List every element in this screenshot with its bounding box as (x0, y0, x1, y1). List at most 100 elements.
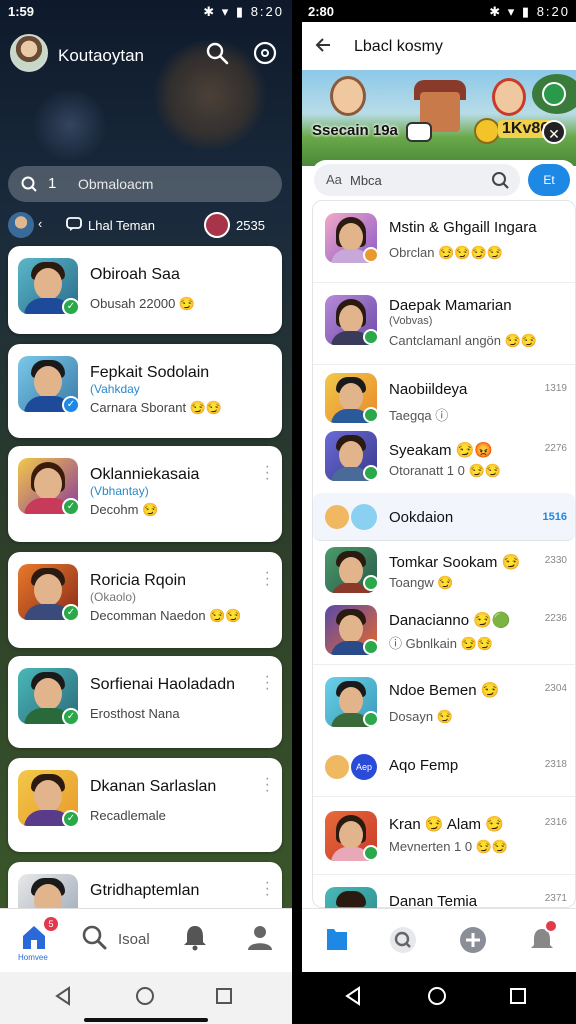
chat-message: Obrclan 😏😏😏😏 (389, 245, 503, 260)
banner-pill-icon (406, 122, 432, 142)
contact-name: Roricia Rqoin (90, 572, 187, 589)
chat-time: 2276 (544, 443, 567, 454)
search-input[interactable]: Aa Mbca (314, 164, 520, 196)
recents-square-icon[interactable] (214, 986, 234, 1006)
settings-icon[interactable] (252, 40, 278, 66)
chat-row[interactable]: Ndoe Bemen 😏 Dosayn 😏 2304 (313, 667, 575, 739)
contact-card[interactable]: ✓ Obiroah Saa Obusah 22000 😏 (8, 246, 282, 334)
home-circle-icon[interactable] (426, 985, 448, 1007)
game-banner[interactable]: Ssecain 19a 1Kv86 ✕ (302, 70, 576, 166)
verified-icon (363, 329, 379, 345)
chat-time: 2304 (544, 683, 567, 694)
search-icon[interactable] (490, 170, 510, 190)
verified-icon (363, 407, 379, 423)
avatar-face (339, 687, 363, 715)
bell-icon[interactable] (182, 923, 208, 951)
chat-row[interactable]: Tomkar Sookam 😏 Toangw 😏 2330 (313, 545, 575, 599)
avatar-face (339, 223, 363, 251)
more-options-icon[interactable]: · · · (265, 565, 270, 593)
chat-row[interactable]: Syeakam 😏😡 Otoranatt 1 0 😏😏 2276 (313, 427, 575, 483)
contact-name: Dkanan Sarlaslan (90, 778, 217, 795)
chat-row[interactable]: Kran 😏 Alam 😏 Mevnerten 1 0 😏😏 2316 (313, 801, 575, 875)
chat-message: Dosayn 😏 (389, 709, 453, 724)
avatar-face (34, 268, 62, 300)
search-button[interactable]: Et (528, 164, 570, 196)
chat-icon (66, 217, 82, 231)
status-bar: 2:80 ✱ ▾ ▮ 8:20 (302, 0, 576, 22)
back-triangle-icon[interactable] (344, 986, 362, 1006)
arrow-back-icon[interactable] (314, 36, 332, 54)
mini-avatar[interactable] (8, 212, 34, 238)
contact-card[interactable]: ✓ Oklanniekasaia (Vbhantay) Decohm 😏 · · · (8, 446, 282, 542)
more-options-icon[interactable]: · · · (265, 875, 270, 903)
chat-row[interactable]: Danacianno 😏🟢 ⓘ Gbnlkain 😏😏 2236 (313, 601, 575, 665)
back-triangle-icon[interactable] (54, 986, 72, 1006)
leaf-icon[interactable] (542, 82, 566, 106)
search-tab-icon[interactable] (388, 925, 418, 955)
chat-name: Kran 😏 Alam 😏 (389, 816, 504, 833)
search-text: Mbca (350, 173, 382, 188)
avatar-face (34, 678, 62, 710)
profile-avatar[interactable] (10, 34, 48, 72)
search-icon[interactable] (204, 40, 230, 66)
chat-time: 2330 (544, 555, 567, 566)
emoji-avatar-icon (325, 505, 349, 529)
count-label: 2535 (236, 218, 265, 233)
banner-score: Ssecain 19a (312, 122, 398, 139)
chat-row[interactable]: Daepak Mamarian (Vobvas) Cantclamanl ang… (313, 283, 575, 365)
more-options-icon[interactable]: · · · (265, 771, 270, 799)
gesture-bar[interactable] (84, 1018, 208, 1022)
status-time: 1:59 (8, 4, 35, 19)
search-icon[interactable] (80, 923, 108, 951)
more-options-icon[interactable]: · · · (265, 669, 270, 697)
more-options-icon[interactable]: · · · (265, 459, 270, 487)
chat-row[interactable]: Naobiildeya Taegqa ⓘ 1319 (313, 369, 575, 425)
avatar-face (339, 305, 363, 333)
filter-label[interactable]: Lhal Teman (88, 218, 155, 233)
chat-message: Mevnerten 1 0 😏😏 (389, 839, 509, 854)
verified-icon: ✓ (62, 498, 80, 516)
close-icon[interactable]: ✕ (542, 120, 566, 144)
chat-row[interactable]: Mstin & Ghgaill Ingara Obrclan 😏😏😏😏 (313, 201, 575, 283)
game-badge-icon[interactable] (204, 212, 230, 238)
system-navigation-bar (0, 972, 292, 1024)
contact-message: Carnara Sborant 😏😏 (90, 400, 223, 415)
contact-card[interactable]: ✓ Roricia Rqoin (Okaolo) Decomman Naedon… (8, 552, 282, 648)
contact-tag: (Vbhantay) (90, 484, 149, 498)
search-input[interactable]: 1 Obmaloacm (8, 166, 282, 202)
contact-message: Obusah 22000 😏 (90, 296, 196, 311)
contact-card[interactable]: ✓ Sorfienai Haoladadn Erosthost Nana · · · (8, 656, 282, 748)
avatar-face (339, 615, 363, 643)
contact-name: Obiroah Saa (90, 266, 180, 283)
chat-time: 2316 (544, 817, 567, 828)
right-pane: 2:80 ✱ ▾ ▮ 8:20 Lbacl kosmy Ssecain 19a … (302, 0, 576, 972)
chats-tab-icon[interactable] (324, 925, 350, 953)
chat-list: Mstin & Ghgaill Ingara Obrclan 😏😏😏😏 Daep… (312, 200, 576, 937)
contact-card[interactable]: ✓ Fepkait Sodolain (Vahkday Carnara Sbor… (8, 344, 282, 438)
contact-card[interactable]: ✓ Dkanan Sarlaslan Recadlemale · · · (8, 758, 282, 852)
left-pane: 1:59 ✱ ▾ ▮ 8:20 Koutaoytan 1 Obmaloacm ‹… (0, 0, 292, 972)
text-format-icon: Aa (326, 172, 342, 187)
home-circle-icon[interactable] (134, 985, 156, 1007)
contact-message: Recadlemale (90, 808, 166, 823)
status-icons: ✱ ▾ ▮ 8:20 (489, 4, 570, 19)
search-tab-label[interactable]: Isoal (118, 931, 150, 948)
add-icon[interactable] (458, 925, 488, 955)
chat-row[interactable]: Aep Aqo Femp 2318 (313, 741, 575, 797)
chevron-left-icon[interactable]: ‹ (38, 216, 42, 231)
coin-icon (474, 118, 500, 144)
chat-row[interactable]: Danan Temia 2371 (313, 881, 575, 937)
contact-tag: (Okaolo) (90, 590, 137, 604)
verified-icon (363, 711, 379, 727)
recents-square-icon[interactable] (508, 986, 528, 1006)
chat-time: 2236 (544, 613, 567, 624)
background-character-art (30, 90, 110, 160)
app-title: Koutaoytan (58, 46, 145, 65)
chat-name: Danacianno 😏🟢 (389, 612, 511, 629)
chat-row[interactable]: Ookdaion 1516 (313, 493, 575, 541)
status-bar: 1:59 ✱ ▾ ▮ 8:20 (0, 0, 292, 22)
avatar-face (339, 821, 363, 849)
bottom-navigation: Homvee 5 Isoal (0, 908, 292, 972)
chat-time: 1516 (542, 511, 567, 523)
profile-icon[interactable] (246, 923, 274, 951)
